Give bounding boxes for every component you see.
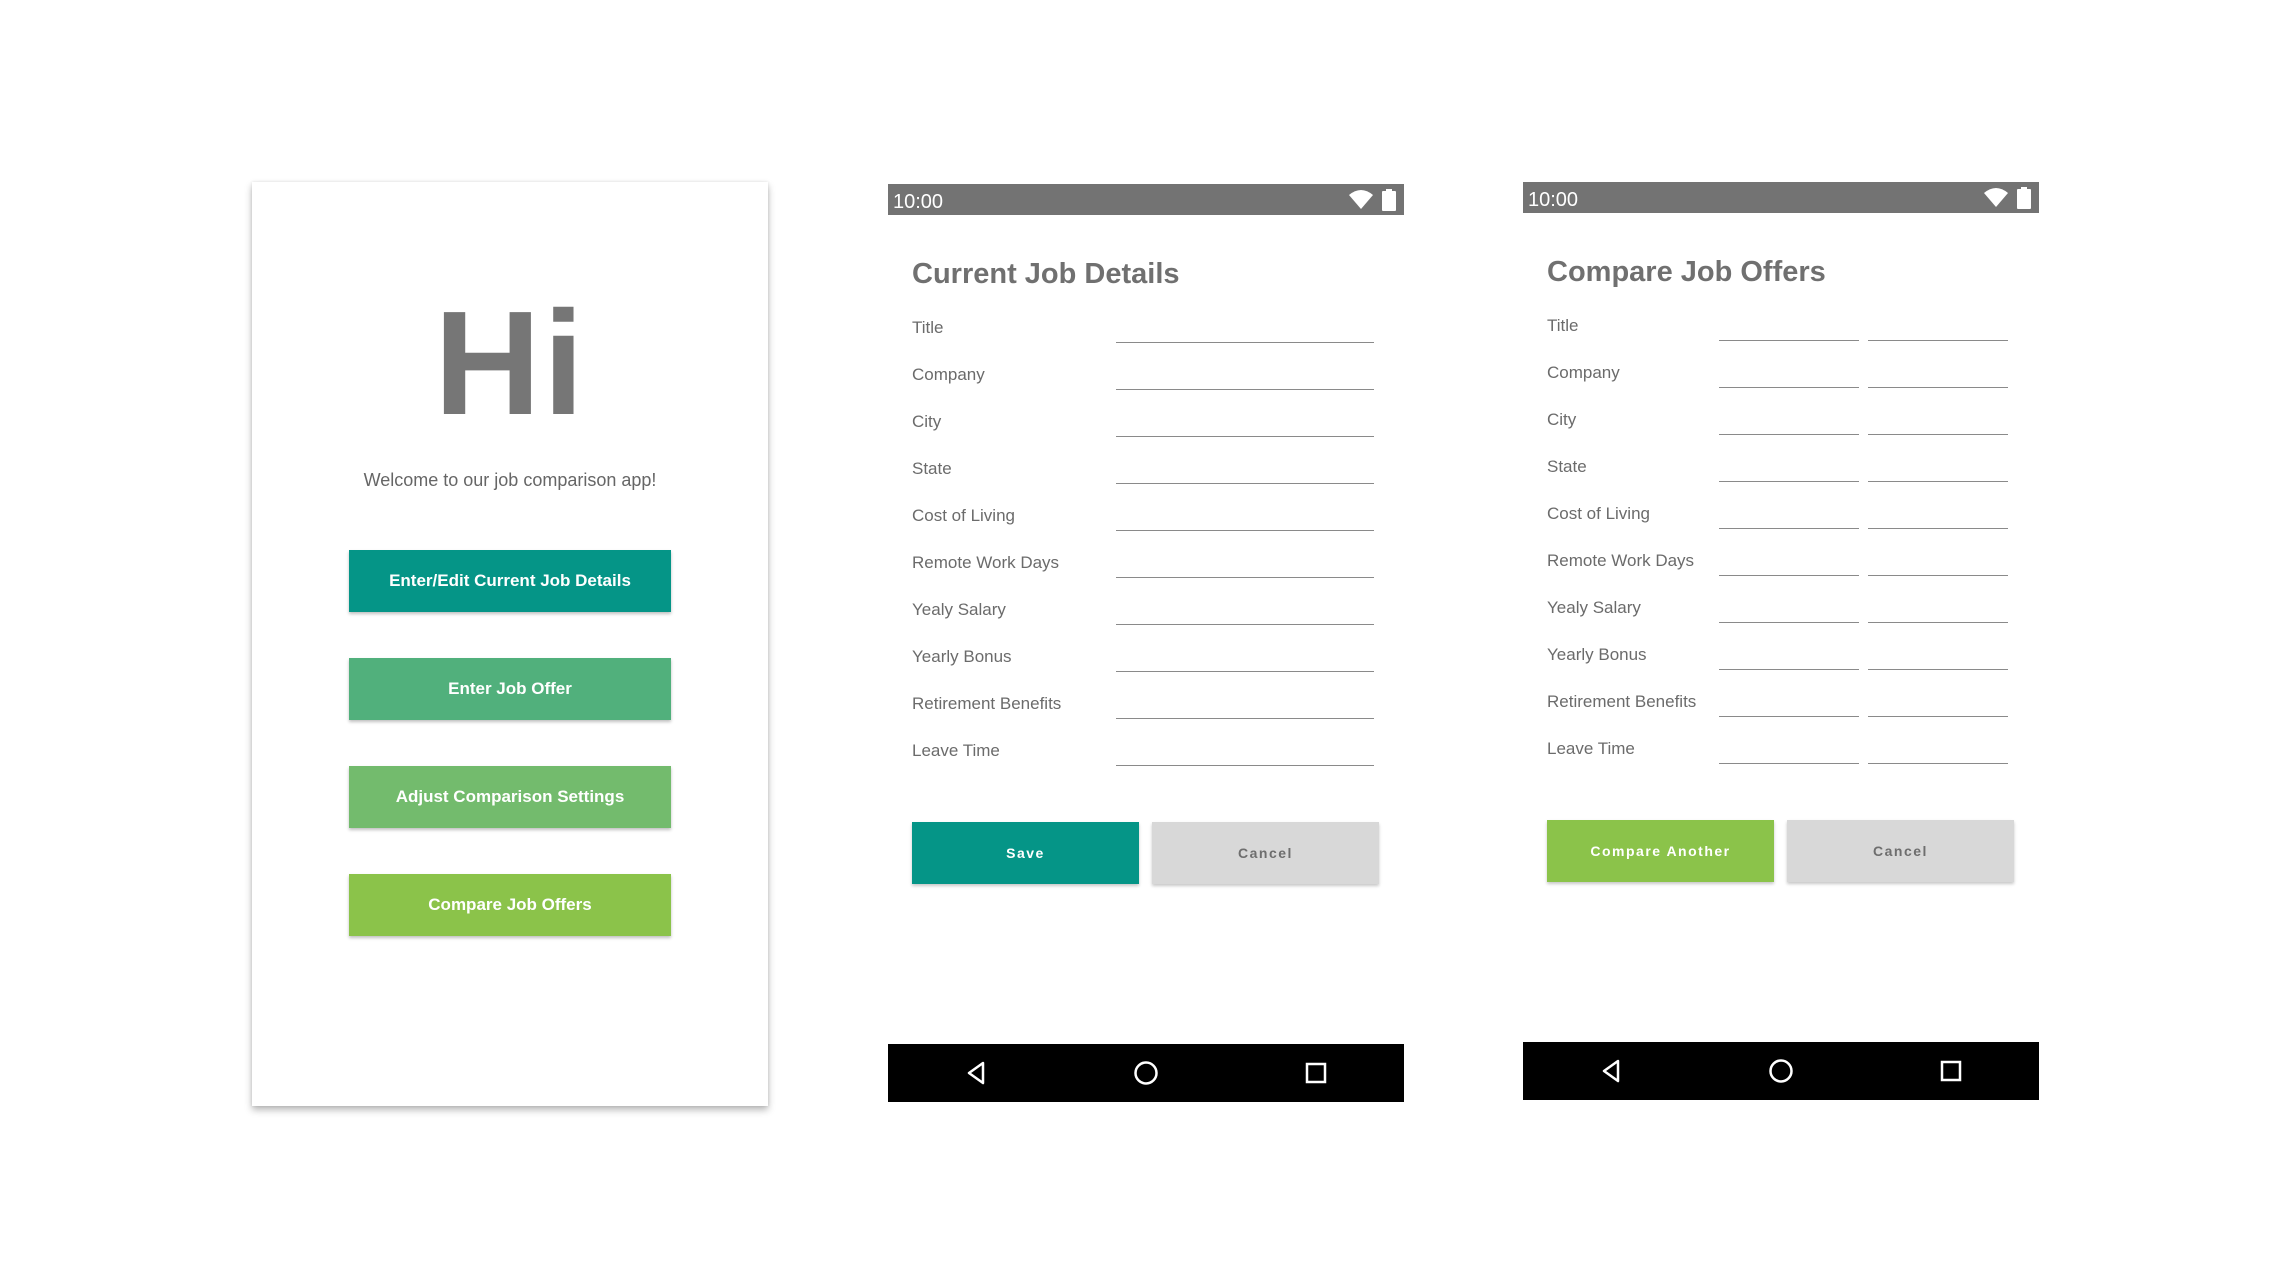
- field-label-retirement-benefits: Retirement Benefits: [1547, 692, 1697, 711]
- compare-another-button[interactable]: Compare Another: [1547, 820, 1774, 882]
- recents-icon[interactable]: [1935, 1055, 1967, 1087]
- compare-screen: 10:00 Compare Job Offers Title Company Cit…: [1523, 182, 2039, 1100]
- field-input-leave-time-offer-b[interactable]: [1868, 763, 2008, 764]
- status-bar: 10:00: [888, 184, 1404, 215]
- field-input-yealy-salary[interactable]: [1116, 624, 1374, 625]
- field-label-remote-work-days: Remote Work Days: [1547, 551, 1695, 570]
- field-label-cost-of-living: Cost of Living: [1547, 504, 1650, 523]
- field-label-state: State: [1547, 457, 1587, 476]
- field-input-cost-of-living-offer-a[interactable]: [1719, 528, 1859, 529]
- cancel-button[interactable]: Cancel: [1787, 820, 2014, 882]
- recents-icon[interactable]: [1300, 1057, 1332, 1089]
- nav-bar: [1523, 1042, 2039, 1100]
- current-job-screen: 10:00 Current Job Details Title Company Ci…: [888, 184, 1404, 1102]
- field-input-state-offer-b[interactable]: [1868, 481, 2008, 482]
- field-input-yearly-bonus[interactable]: [1116, 671, 1374, 672]
- enter-job-offer-button[interactable]: Enter Job Offer: [349, 658, 671, 720]
- home-icon[interactable]: [1130, 1057, 1162, 1089]
- status-time: 10:00: [1528, 189, 1579, 211]
- field-label-title: Title: [1547, 316, 1579, 335]
- field-label-city: City: [1547, 410, 1577, 429]
- field-label-yealy-salary: Yealy Salary: [1547, 598, 1641, 617]
- field-input-yealy-salary-offer-b[interactable]: [1868, 622, 2008, 623]
- enter-edit-current-job-button[interactable]: Enter/Edit Current Job Details: [349, 550, 671, 612]
- greeting-heading: Hi: [434, 281, 586, 446]
- form-title: Current Job Details: [912, 258, 1180, 290]
- status-icons: [1983, 187, 2031, 209]
- field-input-city-offer-a[interactable]: [1719, 434, 1859, 435]
- field-input-city-offer-b[interactable]: [1868, 434, 2008, 435]
- field-input-company[interactable]: [1116, 389, 1374, 390]
- field-label-company: Company: [1547, 363, 1620, 382]
- adjust-comparison-settings-button[interactable]: Adjust Comparison Settings: [349, 766, 671, 828]
- status-time: 10:00: [893, 191, 944, 213]
- field-input-retirement-benefits-offer-a[interactable]: [1719, 716, 1859, 717]
- form-title: Compare Job Offers: [1547, 256, 1826, 288]
- back-icon[interactable]: [1595, 1055, 1627, 1087]
- field-label-company: Company: [912, 365, 985, 384]
- status-icons: [1348, 189, 1396, 211]
- battery-icon: [1382, 189, 1396, 211]
- field-input-leave-time[interactable]: [1116, 765, 1374, 766]
- welcome-text: Welcome to our job comparison app!: [363, 470, 657, 490]
- battery-icon: [2017, 187, 2031, 209]
- field-input-company-offer-b[interactable]: [1868, 387, 2008, 388]
- field-label-yearly-bonus: Yearly Bonus: [912, 647, 1012, 666]
- field-input-city[interactable]: [1116, 436, 1374, 437]
- field-label-title: Title: [912, 318, 944, 337]
- field-input-yealy-salary-offer-a[interactable]: [1719, 622, 1859, 623]
- back-icon[interactable]: [960, 1057, 992, 1089]
- cancel-button[interactable]: Cancel: [1152, 822, 1379, 884]
- field-input-state[interactable]: [1116, 483, 1374, 484]
- wifi-icon: [1983, 188, 2008, 207]
- status-bar: 10:00: [1523, 182, 2039, 213]
- field-label-yearly-bonus: Yearly Bonus: [1547, 645, 1647, 664]
- field-input-retirement-benefits-offer-b[interactable]: [1868, 716, 2008, 717]
- field-input-title-offer-b[interactable]: [1868, 340, 2008, 341]
- field-input-title[interactable]: [1116, 342, 1374, 343]
- compare-job-offers-button[interactable]: Compare Job Offers: [349, 874, 671, 936]
- field-label-leave-time: Leave Time: [912, 741, 1000, 760]
- field-label-cost-of-living: Cost of Living: [912, 506, 1015, 525]
- field-input-remote-work-days-offer-a[interactable]: [1719, 575, 1859, 576]
- field-label-state: State: [912, 459, 952, 478]
- field-input-title-offer-a[interactable]: [1719, 340, 1859, 341]
- wifi-icon: [1348, 190, 1373, 209]
- save-button[interactable]: Save: [912, 822, 1139, 884]
- field-input-cost-of-living-offer-b[interactable]: [1868, 528, 2008, 529]
- field-input-yearly-bonus-offer-a[interactable]: [1719, 669, 1859, 670]
- field-label-retirement-benefits: Retirement Benefits: [912, 694, 1062, 713]
- field-input-cost-of-living[interactable]: [1116, 530, 1374, 531]
- field-input-company-offer-a[interactable]: [1719, 387, 1859, 388]
- field-label-remote-work-days: Remote Work Days: [912, 553, 1060, 572]
- field-input-state-offer-a[interactable]: [1719, 481, 1859, 482]
- field-input-remote-work-days-offer-b[interactable]: [1868, 575, 2008, 576]
- nav-bar: [888, 1044, 1404, 1102]
- home-icon[interactable]: [1765, 1055, 1797, 1087]
- field-label-yealy-salary: Yealy Salary: [912, 600, 1006, 619]
- field-input-yearly-bonus-offer-b[interactable]: [1868, 669, 2008, 670]
- field-label-city: City: [912, 412, 942, 431]
- field-input-leave-time-offer-a[interactable]: [1719, 763, 1859, 764]
- field-input-remote-work-days[interactable]: [1116, 577, 1374, 578]
- home-screen: Hi Welcome to our job comparison app! En…: [252, 182, 768, 1106]
- field-label-leave-time: Leave Time: [1547, 739, 1635, 758]
- field-input-retirement-benefits[interactable]: [1116, 718, 1374, 719]
